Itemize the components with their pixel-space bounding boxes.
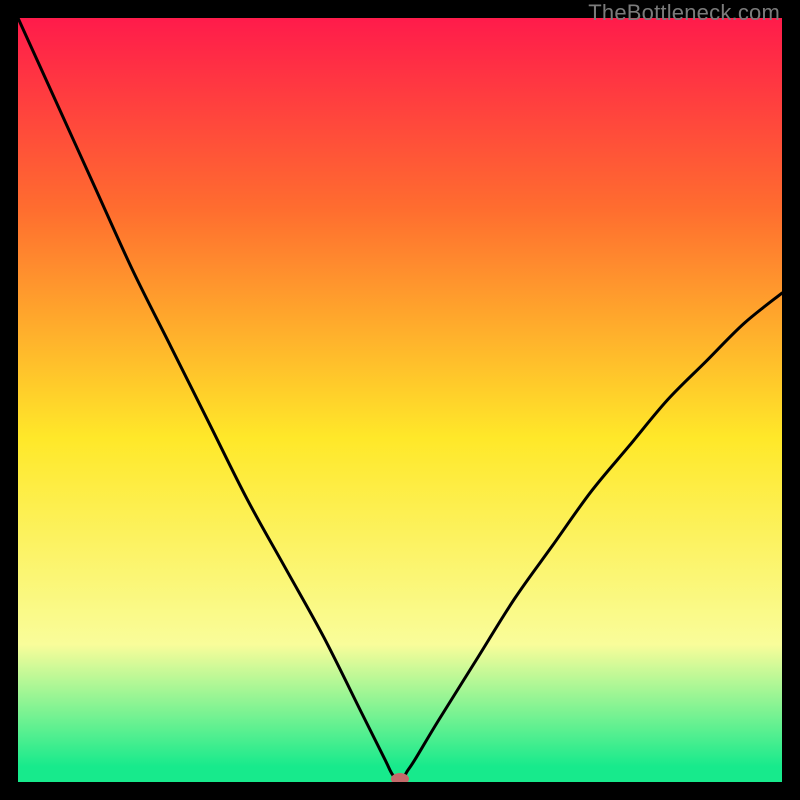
- watermark-text: TheBottleneck.com: [588, 0, 780, 26]
- chart-frame: [18, 18, 782, 782]
- chart-svg: [18, 18, 782, 782]
